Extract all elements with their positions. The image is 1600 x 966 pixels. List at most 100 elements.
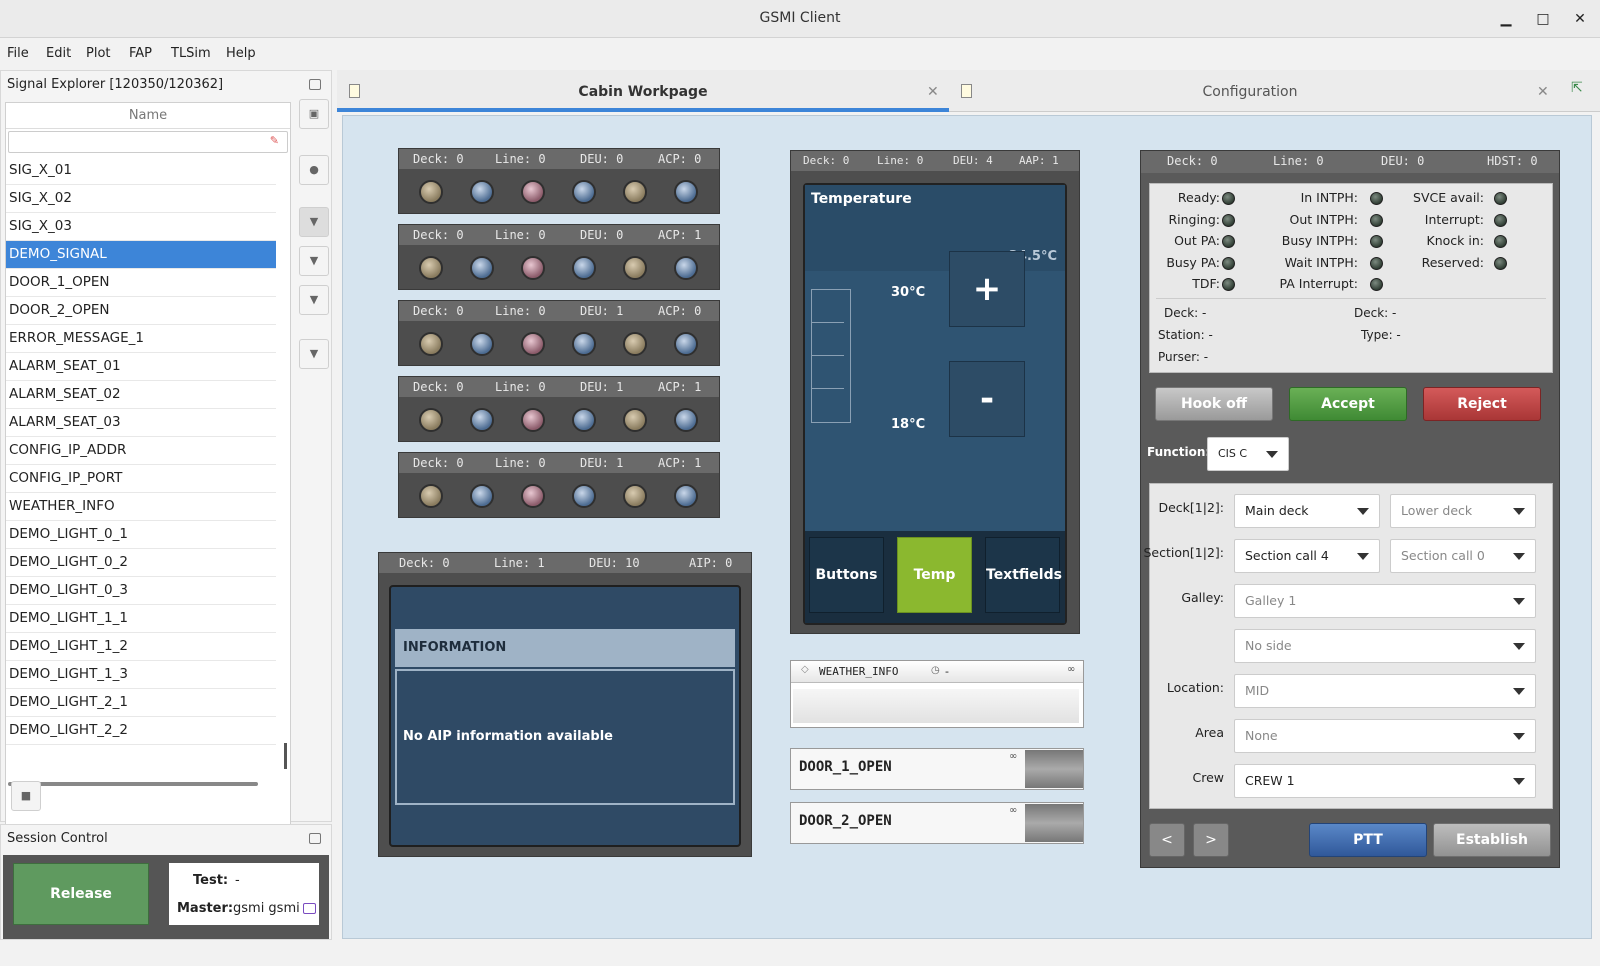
config-select[interactable]: Lower deck — [1390, 494, 1536, 528]
acp-led-button[interactable] — [470, 484, 494, 508]
signal-list-item[interactable]: SIG_X_03 — [6, 213, 276, 241]
acp-led-button[interactable] — [674, 408, 698, 432]
hook-off-button[interactable]: Hook off — [1155, 387, 1273, 421]
signal-filter-input[interactable]: ✎ — [8, 131, 288, 153]
acp-led-button[interactable] — [470, 332, 494, 356]
temp-increase-button[interactable]: + — [949, 251, 1025, 327]
signal-list-item[interactable]: DEMO_LIGHT_2_1 — [6, 689, 276, 717]
signal-list-item[interactable]: ALARM_SEAT_01 — [6, 353, 276, 381]
config-select[interactable]: Galley 1 — [1234, 584, 1536, 618]
signal-list-item[interactable]: ALARM_SEAT_03 — [6, 409, 276, 437]
close-icon[interactable]: ✕ — [1570, 9, 1590, 29]
signal-list-item[interactable]: DEMO_LIGHT_0_2 — [6, 549, 276, 577]
filter-dropdown-2[interactable]: ▼ — [299, 246, 329, 276]
acp-led-button[interactable] — [623, 332, 647, 356]
acp-led-button[interactable] — [674, 256, 698, 280]
acp-led-button[interactable] — [674, 332, 698, 356]
acp-led-button[interactable] — [470, 408, 494, 432]
signal-list[interactable]: Name ✎ SIG_X_01 SIG_X_02 SIG_X_03 DEMO_SIGN… — [5, 102, 291, 838]
record-button[interactable]: ● — [299, 155, 329, 185]
acp-led-button[interactable] — [521, 332, 545, 356]
acp-led-button[interactable] — [521, 180, 545, 204]
establish-button[interactable]: Establish — [1433, 823, 1551, 857]
acp-led-button[interactable] — [419, 484, 443, 508]
acp-led-button[interactable] — [521, 256, 545, 280]
door-1-widget[interactable]: DOOR_1_OPEN ∞ — [790, 748, 1084, 790]
next-button[interactable]: > — [1193, 823, 1229, 857]
weather-value-field[interactable] — [793, 689, 1079, 723]
signal-list-item[interactable]: SIG_X_02 — [6, 185, 276, 213]
vertical-scrollbar[interactable] — [284, 743, 287, 769]
acp-led-button[interactable] — [419, 180, 443, 204]
menu-help[interactable]: Help — [226, 46, 256, 61]
acp-led-button[interactable] — [521, 408, 545, 432]
acp-led-button[interactable] — [572, 408, 596, 432]
menu-tlsim[interactable]: TLSim — [171, 46, 211, 61]
signal-list-item[interactable]: DEMO_LIGHT_0_3 — [6, 577, 276, 605]
acp-led-button[interactable] — [572, 484, 596, 508]
export-icon[interactable]: ⇱ — [1571, 80, 1583, 96]
menu-file[interactable]: File — [7, 46, 29, 61]
filter-dropdown-1[interactable]: ▼ — [299, 207, 329, 237]
config-select[interactable]: Section call 0 — [1390, 539, 1536, 573]
ptt-button[interactable]: PTT — [1309, 823, 1427, 857]
config-select[interactable]: MID — [1234, 674, 1536, 708]
name-column-header[interactable]: Name — [6, 103, 290, 129]
config-select[interactable]: Section call 4 — [1234, 539, 1380, 573]
accept-button[interactable]: Accept — [1289, 387, 1407, 421]
filter-dropdown-3[interactable]: ▼ — [299, 285, 329, 315]
maximize-icon[interactable]: □ — [1533, 9, 1553, 29]
signal-list-item[interactable]: ERROR_MESSAGE_1 — [6, 325, 276, 353]
aap-tab-temp[interactable]: Temp — [897, 537, 972, 613]
link-icon[interactable]: ∞ — [1067, 664, 1075, 675]
filter-dropdown-4[interactable]: ▼ — [299, 339, 329, 369]
signal-list-item[interactable]: DEMO_LIGHT_2_2 — [6, 717, 276, 745]
close-tab-icon[interactable]: ✕ — [1537, 84, 1549, 100]
acp-led-button[interactable] — [419, 256, 443, 280]
signal-list-item[interactable]: DEMO_LIGHT_0_1 — [6, 521, 276, 549]
close-tab-icon[interactable]: ✕ — [927, 84, 939, 100]
acp-led-button[interactable] — [572, 256, 596, 280]
signal-list-item[interactable]: DEMO_LIGHT_1_2 — [6, 633, 276, 661]
config-select[interactable]: Main deck — [1234, 494, 1380, 528]
temp-decrease-button[interactable]: - — [949, 361, 1025, 437]
door-2-widget[interactable]: DOOR_2_OPEN ∞ — [790, 802, 1084, 844]
tab-configuration[interactable]: Configuration — [949, 74, 1551, 112]
signal-list-item[interactable]: DEMO_LIGHT_1_1 — [6, 605, 276, 633]
signal-list-item[interactable]: DOOR_2_OPEN — [6, 297, 276, 325]
acp-led-button[interactable] — [623, 484, 647, 508]
acp-led-button[interactable] — [572, 180, 596, 204]
acp-led-button[interactable] — [674, 484, 698, 508]
acp-led-button[interactable] — [419, 408, 443, 432]
link-icon[interactable]: ∞ — [1009, 805, 1017, 816]
acp-led-button[interactable] — [623, 256, 647, 280]
reject-button[interactable]: Reject — [1423, 387, 1541, 421]
config-select[interactable]: CREW 1 — [1234, 764, 1536, 798]
menu-fap[interactable]: FAP — [129, 46, 152, 61]
signal-list-item[interactable]: CONFIG_IP_PORT — [6, 465, 276, 493]
acp-led-button[interactable] — [470, 180, 494, 204]
weather-info-widget[interactable]: ◇ WEATHER_INFO ◷ - ∞ — [790, 660, 1084, 728]
signal-list-item[interactable]: DEMO_SIGNAL — [6, 241, 276, 269]
aap-tab-buttons[interactable]: Buttons — [809, 537, 884, 613]
horizontal-scrollbar[interactable] — [8, 782, 258, 786]
link-icon[interactable]: ∞ — [1009, 751, 1017, 762]
signal-list-item[interactable]: DOOR_1_OPEN — [6, 269, 276, 297]
acp-led-button[interactable] — [572, 332, 596, 356]
function-select[interactable]: CIS C — [1207, 437, 1289, 471]
detach-icon[interactable] — [309, 79, 321, 90]
menu-plot[interactable]: Plot — [86, 46, 111, 61]
add-signal-button[interactable]: ▣ — [299, 99, 329, 129]
acp-led-button[interactable] — [419, 332, 443, 356]
config-select[interactable]: No side — [1234, 629, 1536, 663]
config-select[interactable]: None — [1234, 719, 1536, 753]
minimize-icon[interactable]: ▁ — [1496, 9, 1516, 29]
acp-led-button[interactable] — [521, 484, 545, 508]
id-card-icon[interactable] — [303, 903, 316, 914]
acp-led-button[interactable] — [674, 180, 698, 204]
acp-led-button[interactable] — [470, 256, 494, 280]
signal-list-item[interactable]: DEMO_LIGHT_1_3 — [6, 661, 276, 689]
tab-cabin-workpage[interactable]: Cabin Workpage — [337, 74, 949, 112]
signal-list-item[interactable]: ALARM_SEAT_02 — [6, 381, 276, 409]
detach-icon[interactable] — [309, 833, 321, 844]
